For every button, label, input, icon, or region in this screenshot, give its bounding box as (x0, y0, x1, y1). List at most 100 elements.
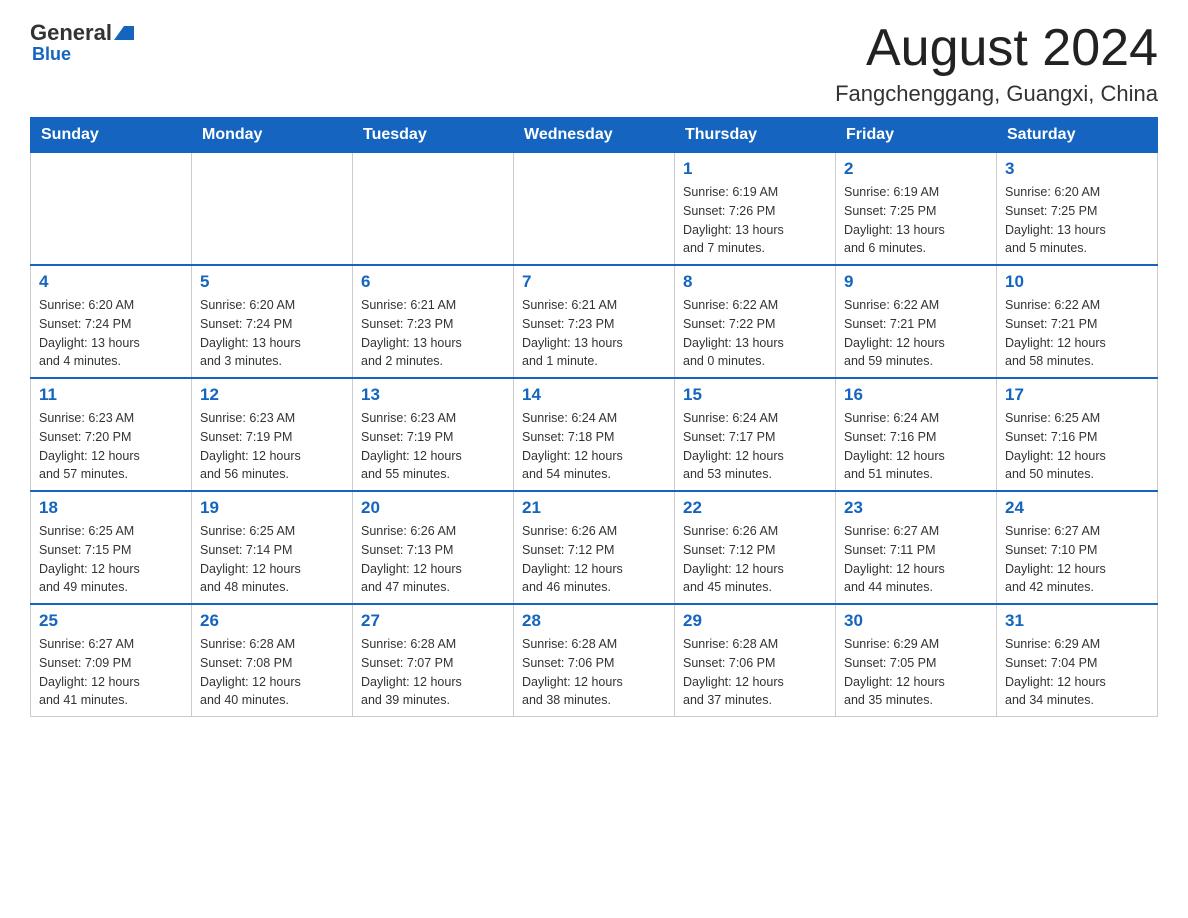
day-info: Sunrise: 6:26 AM Sunset: 7:13 PM Dayligh… (361, 522, 505, 597)
calendar-day-cell: 7Sunrise: 6:21 AM Sunset: 7:23 PM Daylig… (514, 265, 675, 378)
calendar-day-cell: 20 Sunrise: 6:26 AM Sunset: 7:13 PM Dayli… (353, 491, 514, 604)
day-info: Sunrise: 6:24 AM Sunset: 7:17 PM Dayligh… (683, 409, 827, 484)
calendar-day-cell: 30 Sunrise: 6:29 AM Sunset: 7:05 PM Dayli… (836, 604, 997, 717)
day-number: 8 (683, 272, 827, 292)
calendar-day-cell: 21 Sunrise: 6:26 AM Sunset: 7:12 PM Dayli… (514, 491, 675, 604)
header-saturday: Saturday (997, 118, 1158, 153)
calendar-day-cell: 2 Sunrise: 6:19 AM Sunset: 7:25 PM Daylig… (836, 153, 997, 266)
day-number: 12 (200, 385, 344, 405)
calendar-day-cell: 11 Sunrise: 6:23 AM Sunset: 7:20 PM Dayli… (31, 378, 192, 491)
calendar-day-cell: 8Sunrise: 6:22 AM Sunset: 7:22 PM Daylig… (675, 265, 836, 378)
header-tuesday: Tuesday (353, 118, 514, 153)
calendar-day-cell: 28 Sunrise: 6:28 AM Sunset: 7:06 PM Dayli… (514, 604, 675, 717)
day-number: 2 (844, 159, 988, 179)
day-number: 25 (39, 611, 183, 631)
day-number: 23 (844, 498, 988, 518)
header-monday: Monday (192, 118, 353, 153)
day-info: Sunrise: 6:27 AM Sunset: 7:09 PM Dayligh… (39, 635, 183, 710)
calendar-day-cell (192, 153, 353, 266)
calendar-day-cell: 4 Sunrise: 6:20 AM Sunset: 7:24 PM Daylig… (31, 265, 192, 378)
calendar-day-cell: 9 Sunrise: 6:22 AM Sunset: 7:21 PM Daylig… (836, 265, 997, 378)
calendar-day-cell: 23 Sunrise: 6:27 AM Sunset: 7:11 PM Dayli… (836, 491, 997, 604)
day-number: 21 (522, 498, 666, 518)
day-info: Sunrise: 6:29 AM Sunset: 7:05 PM Dayligh… (844, 635, 988, 710)
day-number: 7 (522, 272, 666, 292)
calendar-day-cell: 13Sunrise: 6:23 AM Sunset: 7:19 PM Dayli… (353, 378, 514, 491)
day-info: Sunrise: 6:28 AM Sunset: 7:07 PM Dayligh… (361, 635, 505, 710)
logo-text: General (30, 20, 136, 46)
calendar-day-cell: 22Sunrise: 6:26 AM Sunset: 7:12 PM Dayli… (675, 491, 836, 604)
day-info: Sunrise: 6:24 AM Sunset: 7:18 PM Dayligh… (522, 409, 666, 484)
calendar-day-cell (353, 153, 514, 266)
header-thursday: Thursday (675, 118, 836, 153)
day-info: Sunrise: 6:20 AM Sunset: 7:24 PM Dayligh… (39, 296, 183, 371)
calendar-day-cell: 24Sunrise: 6:27 AM Sunset: 7:10 PM Dayli… (997, 491, 1158, 604)
calendar-day-cell: 10 Sunrise: 6:22 AM Sunset: 7:21 PM Dayli… (997, 265, 1158, 378)
calendar-day-cell: 19Sunrise: 6:25 AM Sunset: 7:14 PM Dayli… (192, 491, 353, 604)
day-info: Sunrise: 6:19 AM Sunset: 7:26 PM Dayligh… (683, 183, 827, 258)
day-info: Sunrise: 6:27 AM Sunset: 7:11 PM Dayligh… (844, 522, 988, 597)
day-info: Sunrise: 6:23 AM Sunset: 7:20 PM Dayligh… (39, 409, 183, 484)
calendar-day-cell: 18 Sunrise: 6:25 AM Sunset: 7:15 PM Dayli… (31, 491, 192, 604)
day-number: 10 (1005, 272, 1149, 292)
day-number: 26 (200, 611, 344, 631)
calendar-day-cell: 27Sunrise: 6:28 AM Sunset: 7:07 PM Dayli… (353, 604, 514, 717)
calendar-day-cell: 26 Sunrise: 6:28 AM Sunset: 7:08 PM Dayli… (192, 604, 353, 717)
main-title: August 2024 (835, 20, 1158, 77)
calendar-day-cell: 17Sunrise: 6:25 AM Sunset: 7:16 PM Dayli… (997, 378, 1158, 491)
day-info: Sunrise: 6:23 AM Sunset: 7:19 PM Dayligh… (200, 409, 344, 484)
day-number: 6 (361, 272, 505, 292)
day-info: Sunrise: 6:20 AM Sunset: 7:25 PM Dayligh… (1005, 183, 1149, 258)
day-number: 11 (39, 385, 183, 405)
day-number: 16 (844, 385, 988, 405)
calendar-day-cell: 3 Sunrise: 6:20 AM Sunset: 7:25 PM Daylig… (997, 153, 1158, 266)
day-info: Sunrise: 6:28 AM Sunset: 7:08 PM Dayligh… (200, 635, 344, 710)
day-info: Sunrise: 6:26 AM Sunset: 7:12 PM Dayligh… (522, 522, 666, 597)
day-number: 19 (200, 498, 344, 518)
day-info: Sunrise: 6:22 AM Sunset: 7:21 PM Dayligh… (844, 296, 988, 371)
weekday-header-row: Sunday Monday Tuesday Wednesday Thursday… (31, 118, 1158, 153)
day-number: 28 (522, 611, 666, 631)
day-number: 20 (361, 498, 505, 518)
calendar-week-5: 25 Sunrise: 6:27 AM Sunset: 7:09 PM Dayli… (31, 604, 1158, 717)
day-info: Sunrise: 6:28 AM Sunset: 7:06 PM Dayligh… (522, 635, 666, 710)
calendar-day-cell (514, 153, 675, 266)
logo-triangle-icon (114, 26, 134, 40)
header-sunday: Sunday (31, 118, 192, 153)
calendar-day-cell: 12 Sunrise: 6:23 AM Sunset: 7:19 PM Dayli… (192, 378, 353, 491)
logo-blue: Blue (30, 44, 71, 65)
calendar-week-1: 1 Sunrise: 6:19 AM Sunset: 7:26 PM Daylig… (31, 153, 1158, 266)
logo-general: General (30, 20, 112, 46)
day-number: 18 (39, 498, 183, 518)
day-number: 3 (1005, 159, 1149, 179)
calendar-day-cell: 5 Sunrise: 6:20 AM Sunset: 7:24 PM Daylig… (192, 265, 353, 378)
calendar-day-cell: 14 Sunrise: 6:24 AM Sunset: 7:18 PM Dayli… (514, 378, 675, 491)
calendar-day-cell: 25 Sunrise: 6:27 AM Sunset: 7:09 PM Dayli… (31, 604, 192, 717)
day-info: Sunrise: 6:24 AM Sunset: 7:16 PM Dayligh… (844, 409, 988, 484)
day-number: 31 (1005, 611, 1149, 631)
calendar-day-cell: 29Sunrise: 6:28 AM Sunset: 7:06 PM Dayli… (675, 604, 836, 717)
day-number: 1 (683, 159, 827, 179)
day-number: 5 (200, 272, 344, 292)
calendar-day-cell: 16 Sunrise: 6:24 AM Sunset: 7:16 PM Dayli… (836, 378, 997, 491)
calendar-day-cell: 31Sunrise: 6:29 AM Sunset: 7:04 PM Dayli… (997, 604, 1158, 717)
day-info: Sunrise: 6:23 AM Sunset: 7:19 PM Dayligh… (361, 409, 505, 484)
day-number: 14 (522, 385, 666, 405)
day-number: 4 (39, 272, 183, 292)
day-info: Sunrise: 6:27 AM Sunset: 7:10 PM Dayligh… (1005, 522, 1149, 597)
day-info: Sunrise: 6:19 AM Sunset: 7:25 PM Dayligh… (844, 183, 988, 258)
day-number: 30 (844, 611, 988, 631)
day-number: 29 (683, 611, 827, 631)
calendar-day-cell: 1 Sunrise: 6:19 AM Sunset: 7:26 PM Daylig… (675, 153, 836, 266)
day-number: 17 (1005, 385, 1149, 405)
header-wednesday: Wednesday (514, 118, 675, 153)
day-info: Sunrise: 6:22 AM Sunset: 7:21 PM Dayligh… (1005, 296, 1149, 371)
day-number: 9 (844, 272, 988, 292)
day-info: Sunrise: 6:20 AM Sunset: 7:24 PM Dayligh… (200, 296, 344, 371)
day-info: Sunrise: 6:25 AM Sunset: 7:15 PM Dayligh… (39, 522, 183, 597)
day-number: 22 (683, 498, 827, 518)
calendar-week-3: 11 Sunrise: 6:23 AM Sunset: 7:20 PM Dayli… (31, 378, 1158, 491)
calendar-table: Sunday Monday Tuesday Wednesday Thursday… (30, 117, 1158, 717)
day-info: Sunrise: 6:21 AM Sunset: 7:23 PM Dayligh… (361, 296, 505, 371)
calendar-week-2: 4 Sunrise: 6:20 AM Sunset: 7:24 PM Daylig… (31, 265, 1158, 378)
